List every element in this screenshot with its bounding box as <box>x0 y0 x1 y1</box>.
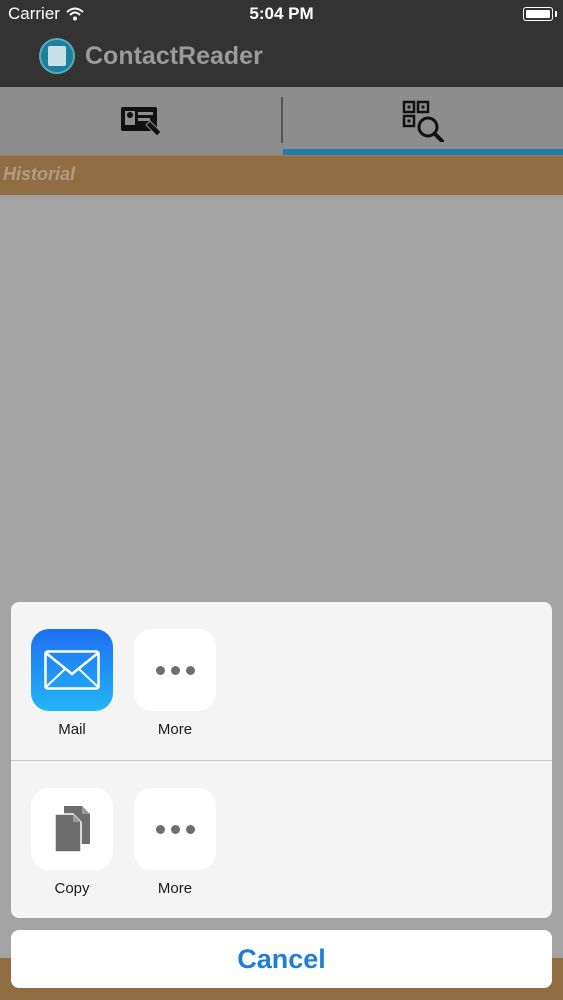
tab-bar <box>0 87 563 155</box>
more-action-button[interactable]: More <box>134 788 216 897</box>
more-icon <box>134 788 216 870</box>
action-row: Copy More <box>11 761 552 918</box>
more-share-button[interactable]: More <box>134 629 216 738</box>
share-row: Mail More <box>11 602 552 760</box>
copy-label: Copy <box>54 880 90 897</box>
status-time: 5:04 PM <box>249 4 314 23</box>
app-title: ContactReader <box>85 42 263 70</box>
status-bar: Carrier 5:04 PM <box>0 0 563 28</box>
more-label: More <box>157 880 193 897</box>
tab-business-card[interactable] <box>0 87 281 155</box>
cancel-button[interactable]: Cancel <box>11 930 552 988</box>
more-label: More <box>157 721 193 738</box>
mail-icon <box>31 629 113 711</box>
copy-icon <box>31 788 113 870</box>
copy-action-button[interactable]: Copy <box>31 788 113 897</box>
app-logo-icon <box>39 38 75 74</box>
tab-qr-search[interactable] <box>283 87 563 155</box>
business-card-icon <box>120 107 162 137</box>
more-icon <box>134 629 216 711</box>
nav-bar: ContactReader <box>0 28 563 87</box>
qr-search-icon <box>402 100 444 142</box>
battery-icon <box>523 7 557 21</box>
mail-label: Mail <box>58 721 86 738</box>
share-sheet: Mail More Copy More <box>11 602 552 918</box>
section-header: Historial <box>0 155 563 195</box>
section-title: Historial <box>3 164 76 184</box>
mail-share-button[interactable]: Mail <box>31 629 113 738</box>
